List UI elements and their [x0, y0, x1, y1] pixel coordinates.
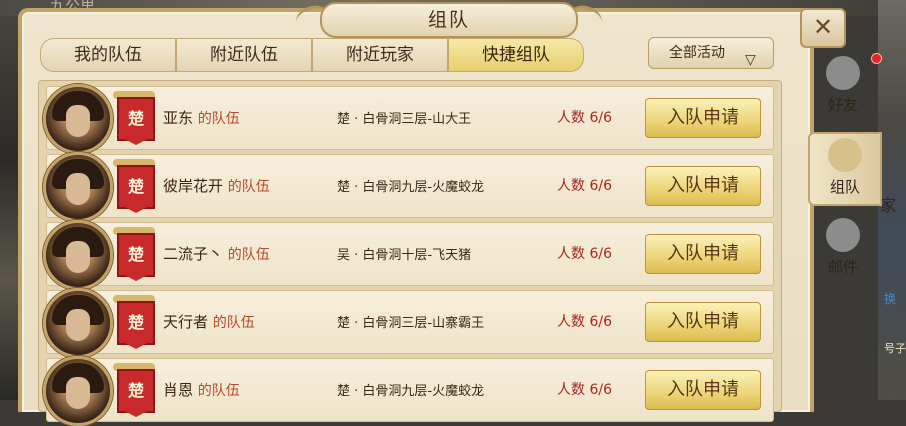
tab-quick-team[interactable]: 快捷组队 — [448, 38, 584, 72]
join-request-button[interactable]: 入队申请 — [645, 166, 761, 206]
team-location: 楚 · 白骨洞三层-山寨霸王 — [337, 316, 485, 331]
team-suffix: 的队伍 — [197, 383, 240, 399]
tab-label: 快捷组队 — [482, 45, 550, 65]
leader-avatar[interactable] — [43, 152, 113, 222]
team-suffix: 的队伍 — [212, 315, 255, 331]
team-location: 楚 · 白骨洞九层-火魔蛟龙 — [337, 384, 485, 399]
mail-dove-icon — [826, 218, 860, 252]
side-tab-team[interactable]: 组队 — [808, 132, 882, 206]
side-tab-friends[interactable]: 好友 — [808, 52, 878, 122]
faction-label: 楚 — [127, 177, 144, 196]
tab-nearby-players[interactable]: 附近玩家 — [312, 38, 448, 72]
side-tab-label: 邮件 — [827, 258, 858, 276]
team-row: 楚 二流子丶 的队伍 吴 · 白骨洞十层-飞天猪 人数 6/6 入队申请 — [43, 220, 774, 290]
join-request-button[interactable]: 入队申请 — [645, 302, 761, 342]
tab-label: 附近队伍 — [210, 45, 278, 65]
leader-name: 天行者 — [163, 313, 209, 331]
leader-name: 肖恩 — [163, 381, 194, 399]
activity-filter-dropdown[interactable]: 全部活动 ▽ — [648, 37, 774, 69]
close-icon: ✕ — [812, 13, 834, 41]
leader-avatar[interactable] — [43, 288, 113, 358]
side-tab-mail[interactable]: 邮件 — [808, 214, 878, 284]
team-icon — [828, 138, 862, 172]
leader-avatar[interactable] — [43, 84, 113, 154]
faction-banner-icon: 楚 — [113, 361, 155, 417]
world-text: 号子 — [884, 342, 906, 355]
faction-banner-icon: 楚 — [113, 157, 155, 213]
faction-label: 楚 — [127, 245, 144, 264]
team-row: 楚 天行者 的队伍 楚 · 白骨洞三层-山寨霸王 人数 6/6 入队申请 — [43, 288, 774, 358]
team-row: 楚 肖恩 的队伍 楚 · 白骨洞九层-火魔蛟龙 人数 6/6 入队申请 — [43, 356, 774, 426]
leader-avatar[interactable] — [43, 356, 113, 426]
tab-my-team[interactable]: 我的队伍 — [40, 38, 176, 72]
team-suffix: 的队伍 — [227, 247, 270, 263]
team-name: 彼岸花开 的队伍 — [163, 175, 270, 196]
team-name: 天行者 的队伍 — [163, 311, 255, 332]
team-location: 吴 · 白骨洞十层-飞天猪 — [337, 248, 472, 263]
team-member-count: 人数 6/6 — [557, 110, 612, 126]
team-name: 二流子丶 的队伍 — [163, 243, 270, 264]
leader-name: 亚东 — [163, 109, 194, 127]
friends-icon — [826, 56, 860, 90]
team-member-count: 人数 6/6 — [557, 246, 612, 262]
team-name: 亚东 的队伍 — [163, 107, 240, 128]
close-button[interactable]: ✕ — [800, 8, 846, 48]
join-request-button[interactable]: 入队申请 — [645, 370, 761, 410]
team-row: 楚 亚东 的队伍 楚 · 白骨洞三层-山大王 人数 6/6 入队申请 — [43, 84, 774, 154]
team-member-count: 人数 6/6 — [557, 178, 612, 194]
join-request-button[interactable]: 入队申请 — [645, 234, 761, 274]
team-member-count: 人数 6/6 — [557, 382, 612, 398]
tab-label: 我的队伍 — [74, 45, 142, 65]
tab-nearby-teams[interactable]: 附近队伍 — [176, 38, 312, 72]
leader-avatar[interactable] — [43, 220, 113, 290]
faction-banner-icon: 楚 — [113, 293, 155, 349]
filter-label: 全部活动 — [669, 45, 725, 61]
team-suffix: 的队伍 — [197, 111, 240, 127]
tab-label: 附近玩家 — [346, 45, 414, 65]
panel-title: 组队 — [427, 9, 470, 31]
faction-label: 楚 — [127, 381, 144, 400]
join-request-button[interactable]: 入队申请 — [645, 98, 761, 138]
world-text: 换 — [884, 292, 897, 306]
game-world-left — [0, 0, 18, 400]
leader-name: 彼岸花开 — [163, 177, 224, 195]
world-text: 家 — [880, 196, 897, 215]
team-member-count: 人数 6/6 — [557, 314, 612, 330]
faction-banner-icon: 楚 — [113, 225, 155, 281]
team-row: 楚 彼岸花开 的队伍 楚 · 白骨洞九层-火魔蛟龙 人数 6/6 入队申请 — [43, 152, 774, 222]
chevron-down-icon: ▽ — [745, 52, 756, 68]
team-location: 楚 · 白骨洞三层-山大王 — [337, 112, 472, 127]
side-tab-label: 好友 — [827, 96, 858, 114]
faction-banner-icon: 楚 — [113, 89, 155, 145]
leader-name: 二流子丶 — [163, 245, 224, 263]
team-suffix: 的队伍 — [227, 179, 270, 195]
side-tab-label: 组队 — [829, 178, 860, 196]
faction-label: 楚 — [127, 109, 144, 128]
team-name: 肖恩 的队伍 — [163, 379, 240, 400]
faction-label: 楚 — [127, 313, 144, 332]
team-location: 楚 · 白骨洞九层-火魔蛟龙 — [337, 180, 485, 195]
